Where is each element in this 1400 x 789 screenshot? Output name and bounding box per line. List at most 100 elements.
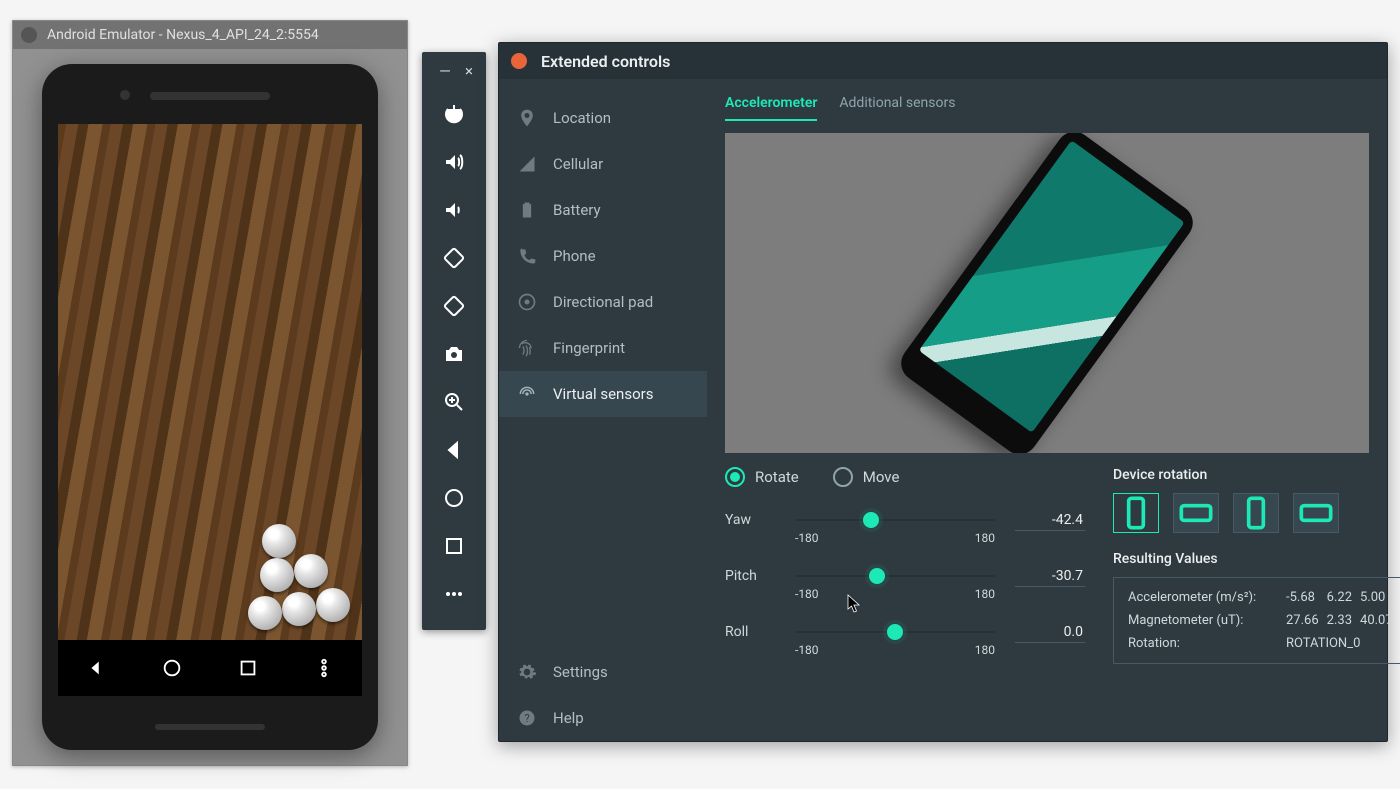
dpad-icon xyxy=(517,292,537,312)
sidebar-item-dpad[interactable]: Directional pad xyxy=(499,279,707,325)
nav-home-button[interactable] xyxy=(157,653,187,683)
sidebar-item-label: Cellular xyxy=(553,155,603,173)
yaw-slider[interactable] xyxy=(795,507,995,533)
panel-title: Extended controls xyxy=(541,52,670,71)
panel-sidebar: Location Cellular Battery Phone Directio… xyxy=(499,79,707,741)
power-button[interactable] xyxy=(430,90,478,138)
panel-content: Accelerometer Additional sensors Rotate … xyxy=(707,79,1387,741)
resulting-values-box: Accelerometer (m/s²): -5.68 6.22 5.00 Ma… xyxy=(1113,577,1400,664)
ball-icon xyxy=(316,588,350,622)
rotation-reverse-portrait-button[interactable] xyxy=(1233,493,1279,533)
nav-menu-button[interactable] xyxy=(309,653,339,683)
roll-min: -180 xyxy=(795,643,819,657)
sidebar-item-label: Battery xyxy=(553,201,601,219)
emulator-toolbar: — × xyxy=(422,52,486,630)
mag-x: 27.66 xyxy=(1286,613,1319,628)
roll-label: Roll xyxy=(725,624,785,640)
yaw-max: 180 xyxy=(975,531,995,545)
yaw-value[interactable]: -42.4 xyxy=(1015,510,1085,531)
rotation-value: ROTATION_0 xyxy=(1286,636,1393,651)
rotation-landscape-button[interactable] xyxy=(1173,493,1219,533)
pitch-min: -180 xyxy=(795,587,819,601)
more-button[interactable] xyxy=(430,570,478,618)
phone-icon xyxy=(517,246,537,266)
ball-icon xyxy=(282,592,316,626)
earpiece-icon xyxy=(150,92,270,100)
pitch-label: Pitch xyxy=(725,568,785,584)
rotate-right-button[interactable] xyxy=(430,282,478,330)
accel-label: Accelerometer (m/s²): xyxy=(1128,590,1278,605)
tab-accelerometer[interactable]: Accelerometer xyxy=(725,95,817,121)
tab-additional-sensors[interactable]: Additional sensors xyxy=(839,95,955,121)
cellular-icon xyxy=(517,154,537,174)
home-button[interactable] xyxy=(430,474,478,522)
volume-up-button[interactable] xyxy=(430,138,478,186)
volume-down-button[interactable] xyxy=(430,186,478,234)
sidebar-item-help[interactable]: ? Help xyxy=(499,695,707,741)
zoom-button[interactable] xyxy=(430,378,478,426)
device-3d-preview[interactable] xyxy=(725,133,1369,453)
screenshot-button[interactable] xyxy=(430,330,478,378)
emulator-app-icon xyxy=(21,27,37,43)
sidebar-item-phone[interactable]: Phone xyxy=(499,233,707,279)
sensors-icon xyxy=(517,384,537,404)
back-button[interactable] xyxy=(430,426,478,474)
app-surface[interactable] xyxy=(58,124,362,640)
sidebar-item-label: Phone xyxy=(553,247,596,265)
sidebar-item-settings[interactable]: Settings xyxy=(499,649,707,695)
emulator-titlebar[interactable]: Android Emulator - Nexus_4_API_24_2:5554 xyxy=(13,21,407,49)
device-screen[interactable] xyxy=(58,124,362,696)
ball-icon xyxy=(262,524,296,558)
roll-max: 180 xyxy=(975,643,995,657)
sidebar-item-label: Settings xyxy=(553,663,608,681)
battery-icon xyxy=(517,200,537,220)
nav-overview-button[interactable] xyxy=(233,653,263,683)
radio-label: Rotate xyxy=(755,468,799,486)
sensor-tabs: Accelerometer Additional sensors xyxy=(725,95,1369,121)
svg-text:?: ? xyxy=(524,712,529,725)
pitch-value[interactable]: -30.7 xyxy=(1015,566,1085,587)
pitch-slider[interactable] xyxy=(795,563,995,589)
roll-value[interactable]: 0.0 xyxy=(1015,622,1085,643)
front-camera-icon xyxy=(120,90,130,100)
fingerprint-icon xyxy=(517,338,537,358)
roll-slider[interactable] xyxy=(795,619,995,645)
ball-icon xyxy=(294,554,328,588)
sidebar-item-label: Help xyxy=(553,709,584,727)
sidebar-item-cellular[interactable]: Cellular xyxy=(499,141,707,187)
gear-icon xyxy=(517,662,537,682)
emulator-title: Android Emulator - Nexus_4_API_24_2:5554 xyxy=(47,27,319,43)
overview-button[interactable] xyxy=(430,522,478,570)
extended-controls-panel: Extended controls Location Cellular Batt… xyxy=(498,42,1388,742)
rotation-portrait-button[interactable] xyxy=(1113,493,1159,533)
device-rotation-heading: Device rotation xyxy=(1113,467,1400,483)
accel-y: 6.22 xyxy=(1327,590,1352,605)
sidebar-item-battery[interactable]: Battery xyxy=(499,187,707,233)
rotate-left-button[interactable] xyxy=(430,234,478,282)
mode-rotate-radio[interactable]: Rotate xyxy=(725,467,799,487)
mag-y: 2.33 xyxy=(1327,613,1352,628)
emulator-body xyxy=(13,49,407,765)
mode-move-radio[interactable]: Move xyxy=(833,467,900,487)
sidebar-item-label: Virtual sensors xyxy=(553,385,653,403)
location-icon xyxy=(517,108,537,128)
panel-close-button[interactable] xyxy=(511,53,527,69)
radio-label: Move xyxy=(863,468,900,486)
mag-z: 40.07 xyxy=(1360,613,1393,628)
accel-x: -5.68 xyxy=(1286,590,1319,605)
rotation-sliders: Rotate Move Yaw -42.4 -180 180 Pitch xyxy=(725,467,1085,675)
toolbar-close-button[interactable]: × xyxy=(460,62,478,80)
yaw-min: -180 xyxy=(795,531,819,545)
ball-icon xyxy=(260,558,294,592)
rotation-label: Rotation: xyxy=(1128,636,1278,651)
yaw-label: Yaw xyxy=(725,512,785,528)
sidebar-item-virtual-sensors[interactable]: Virtual sensors xyxy=(499,371,707,417)
toolbar-minimize-button[interactable]: — xyxy=(436,62,454,80)
android-navbar xyxy=(58,640,362,696)
speaker-icon xyxy=(155,724,265,730)
nav-back-button[interactable] xyxy=(81,653,111,683)
sidebar-item-fingerprint[interactable]: Fingerprint xyxy=(499,325,707,371)
rotation-reverse-landscape-button[interactable] xyxy=(1293,493,1339,533)
panel-titlebar[interactable]: Extended controls xyxy=(499,43,1387,79)
sidebar-item-location[interactable]: Location xyxy=(499,95,707,141)
